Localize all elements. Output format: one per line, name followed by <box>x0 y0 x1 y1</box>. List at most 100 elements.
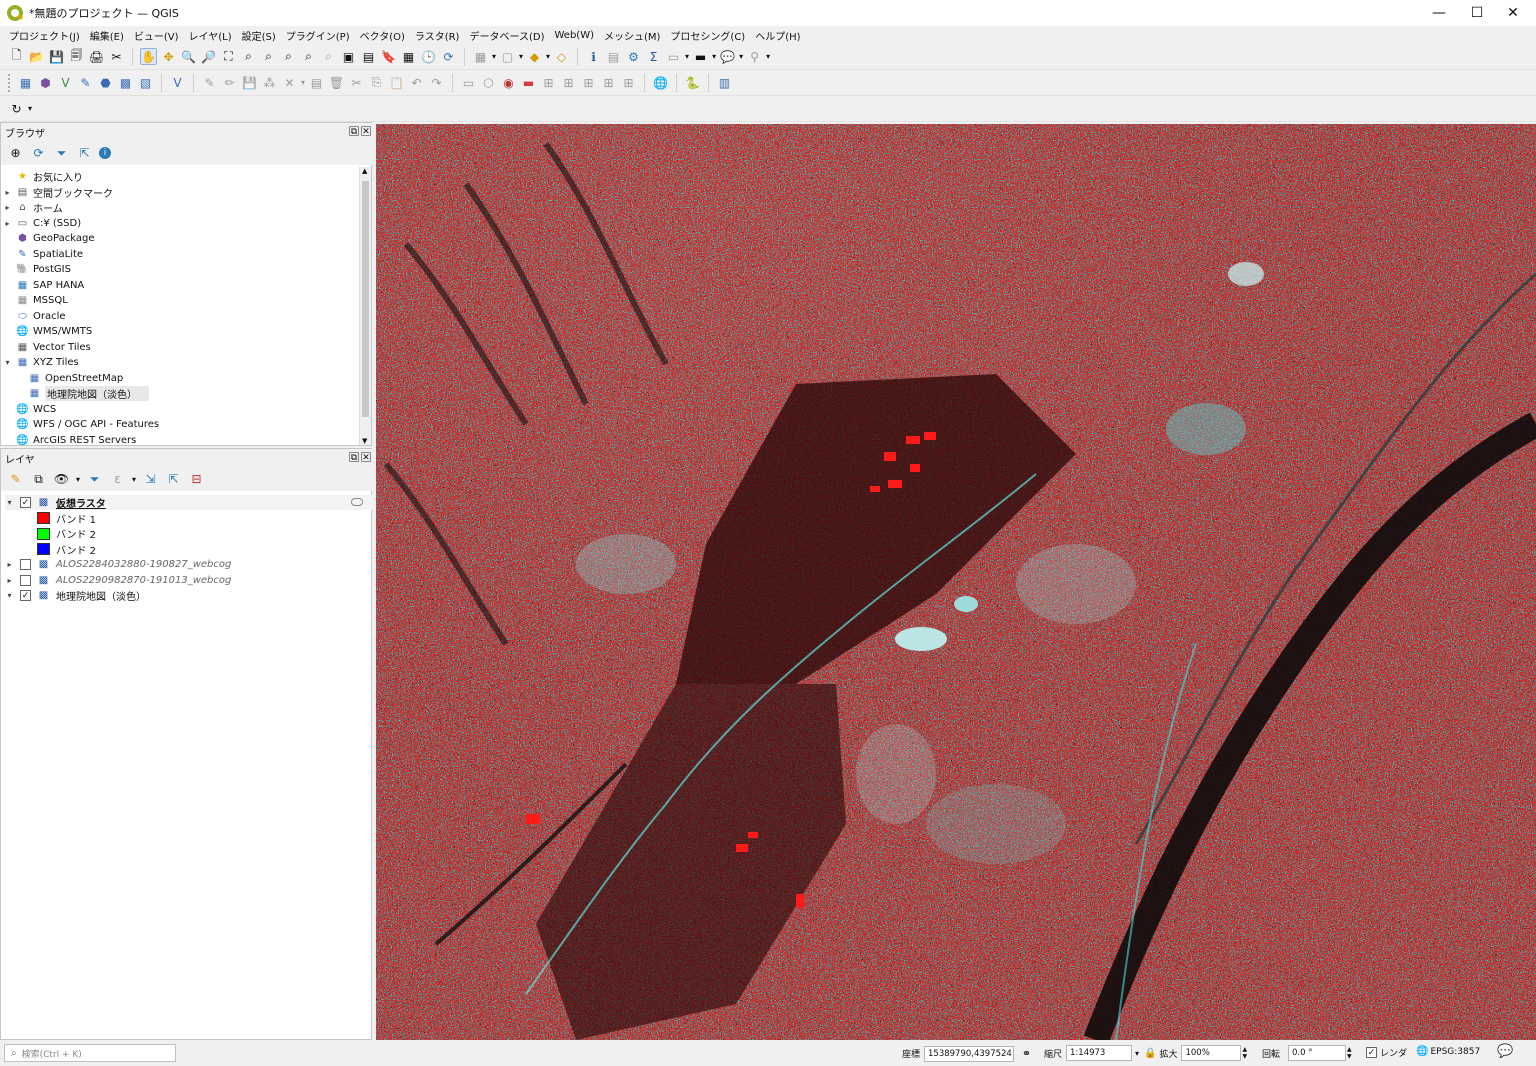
browser-item[interactable]: ★ お気に入り <box>3 169 83 184</box>
browser-item[interactable]: ⬭ Oracle <box>3 309 65 324</box>
label-highlight-icon[interactable]: ◉ <box>500 74 517 91</box>
zoom-native-icon[interactable]: ⌕ <box>280 48 297 65</box>
menu-item[interactable]: ビュー(V) <box>129 28 184 43</box>
current-edits-icon[interactable]: ✎ <box>201 74 218 91</box>
new-project-icon[interactable]: 🗋 <box>8 48 25 65</box>
browser-item[interactable]: 🌐 WMS/WMTS <box>3 324 92 339</box>
expand-arrow-icon[interactable]: ▸ <box>3 188 12 197</box>
zoom-out-icon[interactable]: 🔎 <box>200 48 217 65</box>
chevron-down-icon[interactable]: ▾ <box>28 104 32 113</box>
menu-item[interactable]: プロジェクト(J) <box>4 28 85 43</box>
deselect-icon[interactable]: ◇ <box>553 48 570 65</box>
layer-visibility-checkbox[interactable] <box>20 574 31 586</box>
zoom-to-selection-icon[interactable]: ⌕ <box>240 48 257 65</box>
save-as-icon[interactable]: 🗐 <box>68 48 85 65</box>
toggle-extents-icon[interactable]: ⚭ <box>1018 1045 1035 1062</box>
menu-item[interactable]: レイヤ(L) <box>184 28 237 43</box>
chevron-down-icon[interactable]: ▾ <box>301 78 305 87</box>
menu-item[interactable]: 編集(E) <box>85 28 129 43</box>
info-icon[interactable]: i <box>99 147 111 159</box>
browser-item[interactable]: 🐘 PostGIS <box>3 262 71 277</box>
browser-item[interactable]: 🌐 WFS / OGC API - Features <box>3 417 159 432</box>
browser-item[interactable]: ▾ ▦ XYZ Tiles <box>3 355 78 370</box>
browser-item[interactable]: ▸ ▤ 空間ブックマーク <box>3 185 113 200</box>
collapse-all-icon[interactable]: ⇱ <box>76 145 93 162</box>
show-bookmarks-icon[interactable]: ▦ <box>400 48 417 65</box>
coordinate-field[interactable]: 15389790,4397524 <box>924 1045 1015 1062</box>
bookmark-new-icon[interactable]: 🔖 <box>380 48 397 65</box>
chevron-down-icon[interactable]: ▾ <box>685 52 689 61</box>
browser-scrollbar[interactable]: ▲ ▼ <box>359 167 371 445</box>
delete-selected-icon[interactable]: 🗑 <box>328 74 345 91</box>
collapse-arrow-icon[interactable]: ▾ <box>3 358 12 367</box>
menu-item[interactable]: データベース(D) <box>464 28 549 43</box>
chevron-down-icon[interactable]: ▾ <box>1135 1049 1139 1058</box>
pan-icon[interactable]: ✋ <box>140 48 157 65</box>
open-layer-styling-icon[interactable]: ✎ <box>7 471 24 488</box>
label-change-icon[interactable]: ⊞ <box>580 74 597 91</box>
expand-arrow-icon[interactable]: ▸ <box>3 203 12 212</box>
data-source-manager-icon[interactable]: ▦ <box>17 74 34 91</box>
browser-item[interactable]: ▸ ▭ C:¥ (SSD) <box>3 216 81 231</box>
filter-legend-icon[interactable]: ⏷ <box>86 471 103 488</box>
lock-icon[interactable]: 🔒 <box>1144 1048 1156 1059</box>
style-manager-icon[interactable]: ✂ <box>108 48 125 65</box>
remove-layer-icon[interactable]: ⊟ <box>188 471 205 488</box>
new-virtual-layer-icon[interactable]: ⬣ <box>97 74 114 91</box>
menu-item[interactable]: ベクタ(O) <box>355 28 410 43</box>
menu-item[interactable]: メッシュ(M) <box>599 28 665 43</box>
browser-item[interactable]: 🌐 WCS <box>3 402 56 417</box>
toggle-editing-icon[interactable]: ✏ <box>221 74 238 91</box>
filter-by-expression-icon[interactable]: ε <box>109 471 126 488</box>
chevron-down-icon[interactable]: ▾ <box>546 52 550 61</box>
browser-item[interactable]: 🌐 ArcGIS REST Servers <box>3 433 136 448</box>
select-features-icon[interactable]: ▢ <box>499 48 516 65</box>
print-layout-icon[interactable]: 🖨 <box>88 48 105 65</box>
new-3d-view-icon[interactable]: ▤ <box>360 48 377 65</box>
new-temporary-layer-icon[interactable]: ▧ <box>137 74 154 91</box>
legend-item[interactable]: バンド 1 <box>37 511 405 526</box>
processing-toolbox-icon[interactable]: ⚙ <box>625 48 642 65</box>
expand-arrow-icon[interactable]: ▸ <box>5 576 14 585</box>
measure-icon[interactable]: ▭ <box>665 48 682 65</box>
undo-icon[interactable]: ↶ <box>408 74 425 91</box>
menu-item[interactable]: 設定(S) <box>237 28 281 43</box>
new-map-view-icon[interactable]: ▣ <box>340 48 357 65</box>
expand-arrow-icon[interactable]: ▸ <box>5 560 14 569</box>
layer-visibility-checkbox[interactable] <box>20 559 31 570</box>
add-virtual-layer-icon[interactable]: V <box>169 74 186 91</box>
digitize-icon[interactable]: ⁂ <box>261 74 278 91</box>
open-project-icon[interactable]: 📂 <box>28 48 45 65</box>
layer-item[interactable]: ▸ ▩ ALOS2284032880-190827_webcog <box>5 557 373 572</box>
chevron-down-icon[interactable]: ▾ <box>76 475 80 484</box>
menu-item[interactable]: ヘルプ(H) <box>750 28 805 43</box>
expand-arrow-icon[interactable]: ▸ <box>3 219 12 228</box>
layer-indicator-icon[interactable] <box>351 498 363 506</box>
legend-item[interactable]: バンド 2 <box>37 542 405 557</box>
redo-icon[interactable]: ↷ <box>428 74 445 91</box>
label-diagram-icon[interactable]: ⊞ <box>620 74 637 91</box>
legend-item[interactable]: バンド 2 <box>37 526 405 541</box>
close-panel-icon[interactable]: ✕ <box>361 126 371 137</box>
annotation-icon[interactable]: ⚲ <box>746 48 763 65</box>
statistics-icon[interactable]: Σ <box>645 48 662 65</box>
menu-item[interactable]: プラグイン(P) <box>281 28 355 43</box>
measure-line-icon[interactable]: ▬ <box>692 48 709 65</box>
browser-item[interactable]: ▸ ⌂ ホーム <box>3 200 62 215</box>
paste-features-icon[interactable]: 📋 <box>388 74 405 91</box>
new-shapefile-layer-icon[interactable]: V <box>57 74 74 91</box>
new-geopackage-layer-icon[interactable]: ⬢ <box>37 74 54 91</box>
temporal-controller-icon[interactable]: 🕒 <box>420 48 437 65</box>
spin-arrows-icon[interactable]: ▲ ▼ <box>1347 1046 1352 1060</box>
toolbar-grip[interactable] <box>8 73 12 92</box>
locator-search-input[interactable]: ⌕ 検索(Ctrl + K) <box>4 1044 176 1062</box>
copy-features-icon[interactable]: ⎘ <box>368 74 385 91</box>
messages-icon[interactable]: 💬 <box>1497 1044 1513 1059</box>
menu-item[interactable]: ラスタ(R) <box>410 28 465 43</box>
browser-item[interactable]: ▦ OpenStreetMap <box>15 371 123 386</box>
scroll-up-icon[interactable]: ▲ <box>362 167 367 175</box>
chevron-down-icon[interactable]: ▾ <box>712 52 716 61</box>
chevron-down-icon[interactable]: ▾ <box>739 52 743 61</box>
vertex-tool-icon[interactable]: ✕ <box>281 74 298 91</box>
label-properties-icon[interactable]: ⊞ <box>600 74 617 91</box>
